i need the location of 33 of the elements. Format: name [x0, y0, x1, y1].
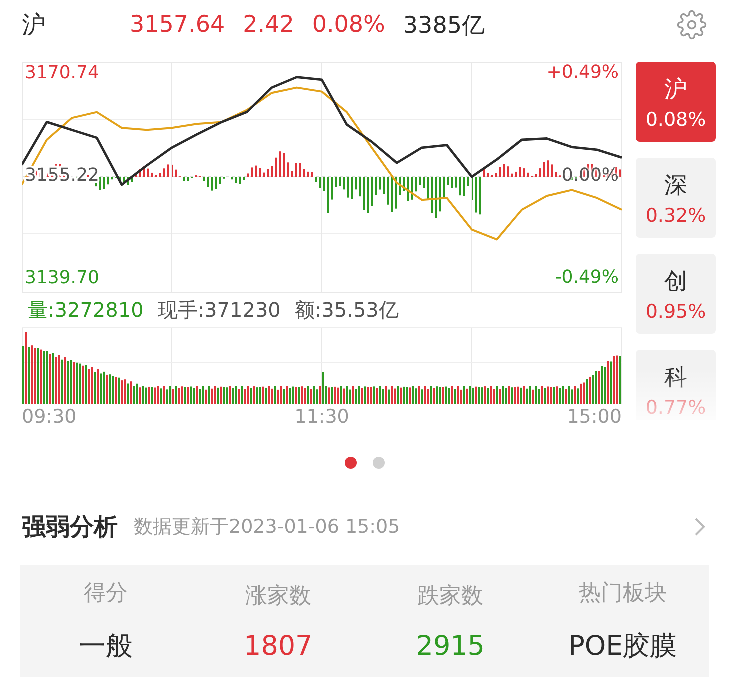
trade-amount: 额:35.53亿 [294, 296, 399, 324]
market-name: 沪 [22, 10, 47, 41]
percent-tick-label: -0.49% [554, 267, 620, 289]
stat-label: 热门板块 [578, 580, 667, 608]
price-tick-label: 3139.70 [25, 268, 100, 288]
page-dot[interactable] [372, 457, 384, 469]
market-tab[interactable]: 创 0.95% [636, 254, 716, 334]
current-volume: 现手:371230 [158, 296, 281, 324]
stat-value: 1807 [244, 630, 313, 662]
market-tab[interactable]: 沪 0.08% [636, 62, 716, 142]
stat-label: 跌家数 [418, 582, 484, 610]
percent-tick-label: +0.49% [546, 62, 620, 84]
chevron-right-icon[interactable] [693, 516, 707, 538]
volume-total: 量:3272810 [28, 296, 144, 324]
price-tick-label: 3170.74 [25, 62, 100, 84]
time-label: 09:30 [22, 406, 77, 428]
time-label: 15:00 [567, 406, 622, 428]
stat-value: 2915 [416, 630, 485, 662]
index-price: 3157.64 [130, 12, 226, 38]
time-label: 11:30 [294, 406, 350, 428]
market-tab[interactable]: 深 0.32% [636, 158, 716, 238]
turnover: 3385亿 [403, 12, 485, 40]
settings-icon[interactable] [677, 10, 707, 40]
index-change: 2.42 [243, 12, 294, 38]
stat-label: 涨家数 [245, 582, 312, 610]
update-time: 数据更新于2023-01-06 15:05 [134, 515, 400, 540]
index-percent: 0.08% [312, 12, 386, 38]
stat-value: POE胶膜 [568, 630, 678, 664]
section-title: 强弱分析 [22, 512, 118, 543]
page-dot[interactable] [344, 457, 356, 469]
market-tab[interactable]: 科 0.77% [636, 350, 716, 420]
stat-value: 一般 [79, 630, 134, 664]
stat-label: 得分 [84, 580, 128, 608]
